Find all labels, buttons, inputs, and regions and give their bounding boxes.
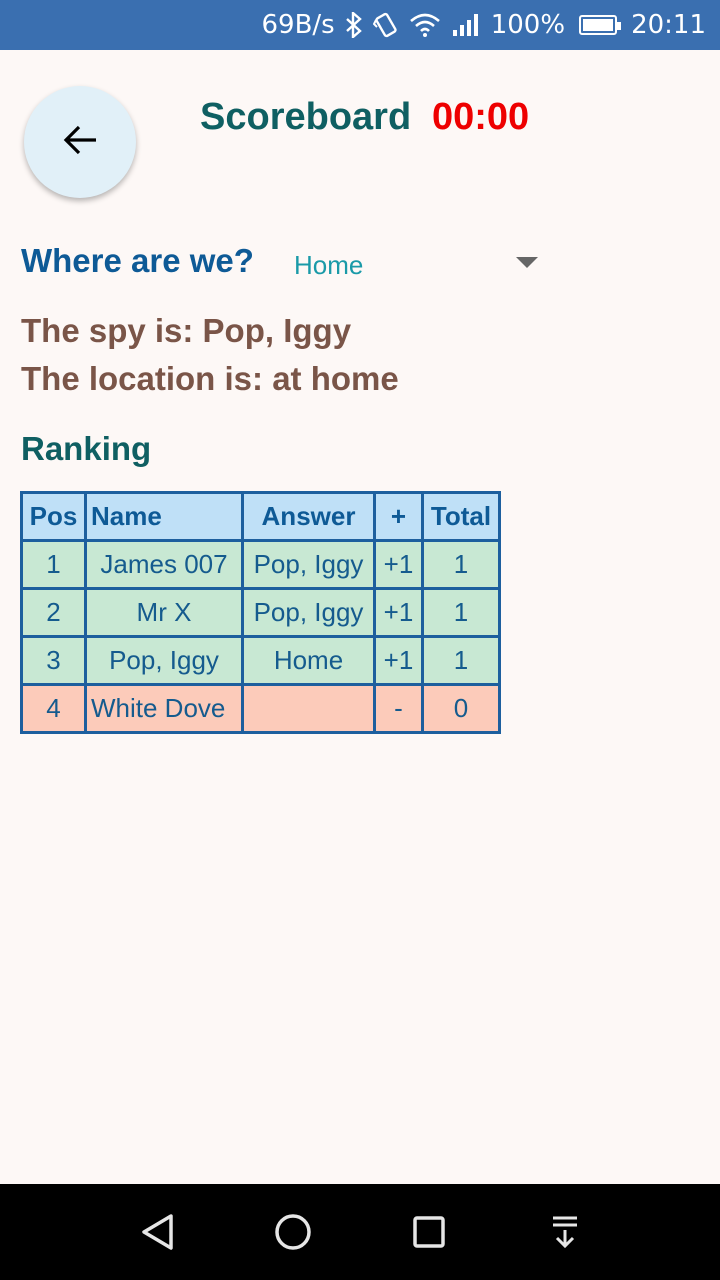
table-row: 2 Mr X Pop, Iggy +1 1 xyxy=(20,587,501,638)
cell-name: Mr X xyxy=(84,587,244,638)
battery-icon xyxy=(575,15,622,35)
cell-total: 1 xyxy=(421,587,501,638)
column-header-plus: + xyxy=(373,491,424,542)
cell-pos: 3 xyxy=(20,635,87,686)
column-header-total: Total xyxy=(421,491,501,542)
table-row: 4 White Dove - 0 xyxy=(20,683,501,734)
cell-name: White Dove xyxy=(84,683,244,734)
cell-plus: +1 xyxy=(373,539,424,590)
column-header-name: Name xyxy=(84,491,244,542)
back-button[interactable] xyxy=(24,86,136,198)
vibrate-icon xyxy=(372,12,399,38)
location-label: Where are we? xyxy=(21,242,254,279)
cell-name: Pop, Iggy xyxy=(84,635,244,686)
cell-pos: 4 xyxy=(20,683,87,734)
cell-plus: +1 xyxy=(373,587,424,638)
cell-answer: Pop, Iggy xyxy=(241,587,376,638)
cell-pos: 1 xyxy=(20,539,87,590)
table-row: 3 Pop, Iggy Home +1 1 xyxy=(20,635,501,686)
signal-icon xyxy=(451,12,481,38)
network-speed: 69B/s xyxy=(261,10,335,40)
arrow-left-icon xyxy=(62,124,98,161)
timer: 00:00 xyxy=(432,96,530,138)
table-header-row: Pos Name Answer + Total xyxy=(20,491,501,542)
home-circle-icon[interactable] xyxy=(271,1212,315,1252)
recents-square-icon[interactable] xyxy=(407,1212,451,1252)
column-header-answer: Answer xyxy=(241,491,376,542)
cell-pos: 2 xyxy=(20,587,87,638)
wifi-icon xyxy=(409,12,441,38)
cell-answer: Home xyxy=(241,635,376,686)
bluetooth-icon xyxy=(345,12,363,38)
system-nav-bar xyxy=(0,1184,720,1280)
spy-reveal: The spy is: Pop, Iggy xyxy=(21,312,352,349)
battery-level: 100% xyxy=(490,10,566,40)
ranking-table: Pos Name Answer + Total 1 James 007 Pop,… xyxy=(20,491,501,734)
cell-plus: +1 xyxy=(373,635,424,686)
cell-answer xyxy=(241,683,376,734)
clock: 20:11 xyxy=(631,10,706,40)
location-dropdown-value: Home xyxy=(294,250,364,280)
table-row: 1 James 007 Pop, Iggy +1 1 xyxy=(20,539,501,590)
cell-total: 0 xyxy=(421,683,501,734)
cell-plus: - xyxy=(373,683,424,734)
cell-total: 1 xyxy=(421,635,501,686)
caret-down-icon xyxy=(516,257,538,268)
status-bar: 69B/s 100% 20:11 xyxy=(0,0,720,50)
page-title: Scoreboard xyxy=(200,96,412,138)
notifications-pulldown-icon[interactable] xyxy=(543,1212,587,1252)
cell-name: James 007 xyxy=(84,539,244,590)
location-dropdown[interactable]: Home xyxy=(278,238,542,290)
ranking-heading: Ranking xyxy=(21,430,152,467)
back-triangle-icon[interactable] xyxy=(136,1212,180,1252)
column-header-pos: Pos xyxy=(20,491,87,542)
cell-total: 1 xyxy=(421,539,501,590)
location-reveal: The location is: at home xyxy=(21,360,399,397)
cell-answer: Pop, Iggy xyxy=(241,539,376,590)
